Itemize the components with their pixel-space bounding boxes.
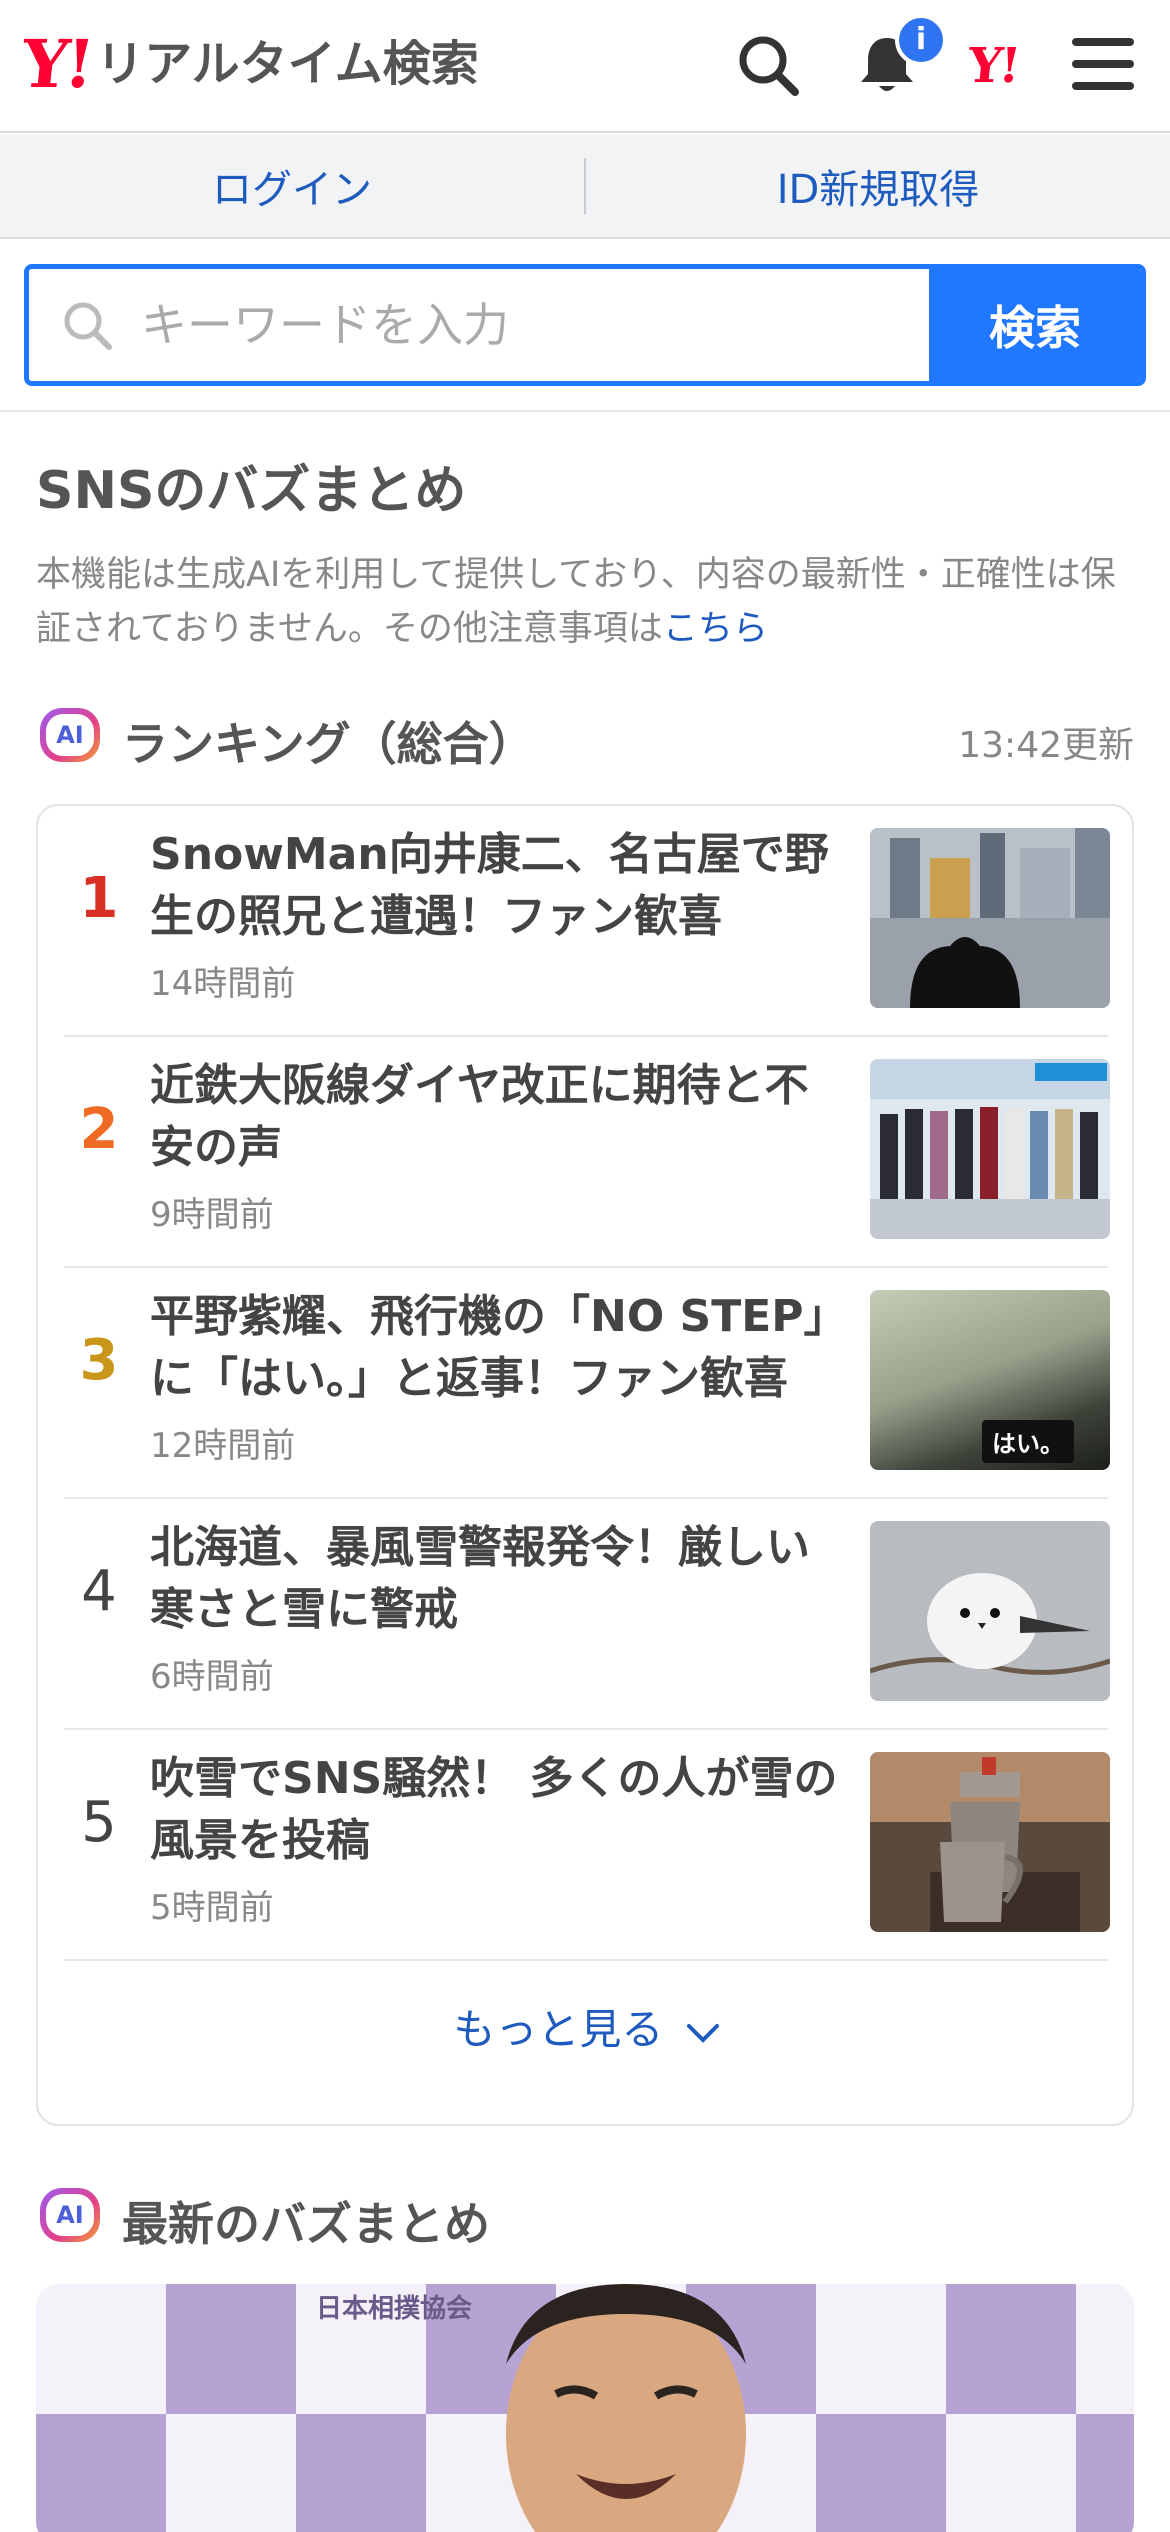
- ai-badge-icon: AI: [40, 708, 100, 762]
- latest-buzz-image[interactable]: 日本相撲協会: [36, 2284, 1134, 2532]
- person-photo: [506, 2284, 746, 2532]
- ranking-item-time: 12時間前: [150, 1426, 296, 1466]
- register-link[interactable]: ID新規取得: [586, 157, 1170, 215]
- ranking-thumbnail: [870, 1521, 1110, 1701]
- search-icon[interactable]: [733, 30, 803, 100]
- login-link[interactable]: ログイン: [0, 157, 584, 215]
- ranking-thumbnail: [870, 1752, 1110, 1932]
- ranking-item-title: 平野紫耀、飛行機の「NO STEP」に「はい。」と返事！ファン歓喜: [150, 1291, 848, 1404]
- notification-badge: i: [895, 14, 947, 66]
- search-form: 検索: [24, 264, 1146, 386]
- ranking-item-time: 6時間前: [150, 1657, 274, 1697]
- ranking-item[interactable]: 4 北海道、暴風雪警報発令！厳しい寒さと雪に警戒 6時間前: [64, 1499, 1110, 1730]
- ai-notice: 本機能は生成AIを利用して提供しており、内容の最新性・正確性は保証されておりませ…: [36, 548, 1136, 656]
- ranking-item[interactable]: 3 平野紫耀、飛行機の「NO STEP」に「はい。」と返事！ファン歓喜 12時間…: [64, 1268, 1110, 1499]
- app-header: Y! リアルタイム検索 i Y!: [0, 0, 1170, 133]
- chevron-down-icon: [686, 2023, 719, 2043]
- ranking-thumbnail: [870, 828, 1110, 1008]
- more-label: もっと見る: [453, 2005, 664, 2054]
- ranking-item-title: 吹雪でSNS騒然！ 多くの人が雪の風景を投稿: [150, 1753, 838, 1866]
- ranking-thumbnail: はい。: [870, 1290, 1110, 1470]
- ranking-item[interactable]: 1 SnowMan向井康二、名古屋で野生の照兄と遭遇！ファン歓喜 14時間前: [64, 806, 1110, 1037]
- ai-badge-icon: AI: [40, 2188, 100, 2242]
- thumbnail-caption: はい。: [982, 1420, 1074, 1463]
- ranking-item-title: SnowMan向井康二、名古屋で野生の照兄と遭遇！ファン歓喜: [150, 829, 829, 942]
- yahoo-realtime-logo[interactable]: Y! リアルタイム検索: [17, 25, 479, 103]
- notice-link[interactable]: こちら: [663, 609, 768, 649]
- ranking-title: ランキング（総合）: [122, 717, 535, 771]
- sponsor-text: 日本相撲協会: [316, 2294, 473, 2324]
- latest-buzz-title: 最新のバズまとめ: [122, 2197, 490, 2251]
- ranking-card: 1 SnowMan向井康二、名古屋で野生の照兄と遭遇！ファン歓喜 14時間前 2…: [36, 804, 1134, 2126]
- ai-notice-text: 本機能は生成AIを利用して提供しており、内容の最新性・正確性は保証されておりませ…: [36, 555, 1116, 649]
- page-title: SNSのバズまとめ: [36, 461, 467, 521]
- ranking-thumbnail: [870, 1059, 1110, 1239]
- ranking-item[interactable]: 2 近鉄大阪線ダイヤ改正に期待と不安の声 9時間前: [64, 1037, 1110, 1268]
- rank-number: 2: [79, 1097, 119, 1162]
- ranking-item-title: 北海道、暴風雪警報発令！厳しい寒さと雪に警戒: [150, 1522, 810, 1635]
- ranking-item-time: 14時間前: [150, 964, 296, 1004]
- yahoo-logo-mark: Y!: [17, 25, 95, 103]
- yahoo-japan-icon[interactable]: Y!: [965, 38, 1020, 94]
- ai-badge-label: AI: [46, 714, 94, 756]
- rank-number: 5: [81, 1790, 117, 1855]
- ranking-item-time: 9時間前: [150, 1195, 274, 1235]
- search-input[interactable]: [141, 298, 901, 352]
- section-divider: [0, 410, 1170, 412]
- logo-text: リアルタイム検索: [96, 36, 479, 92]
- auth-bar: ログイン ID新規取得: [0, 135, 1170, 239]
- rank-number: 3: [79, 1328, 119, 1393]
- ranking-item[interactable]: 5 吹雪でSNS騒然！ 多くの人が雪の風景を投稿 5時間前: [64, 1730, 1110, 1961]
- ranking-item-time: 5時間前: [150, 1888, 274, 1928]
- search-field: [29, 269, 929, 381]
- updated-time: 13:42更新: [958, 725, 1134, 766]
- rank-number: 1: [79, 866, 119, 931]
- search-field-icon: [64, 302, 112, 350]
- hamburger-menu-icon[interactable]: [1070, 34, 1136, 94]
- ai-badge-label: AI: [46, 2194, 94, 2236]
- search-button[interactable]: 検索: [929, 269, 1141, 381]
- ranking-item-title: 近鉄大阪線ダイヤ改正に期待と不安の声: [150, 1060, 809, 1173]
- more-button[interactable]: もっと見る: [38, 1996, 1136, 2057]
- rank-number: 4: [81, 1559, 117, 1624]
